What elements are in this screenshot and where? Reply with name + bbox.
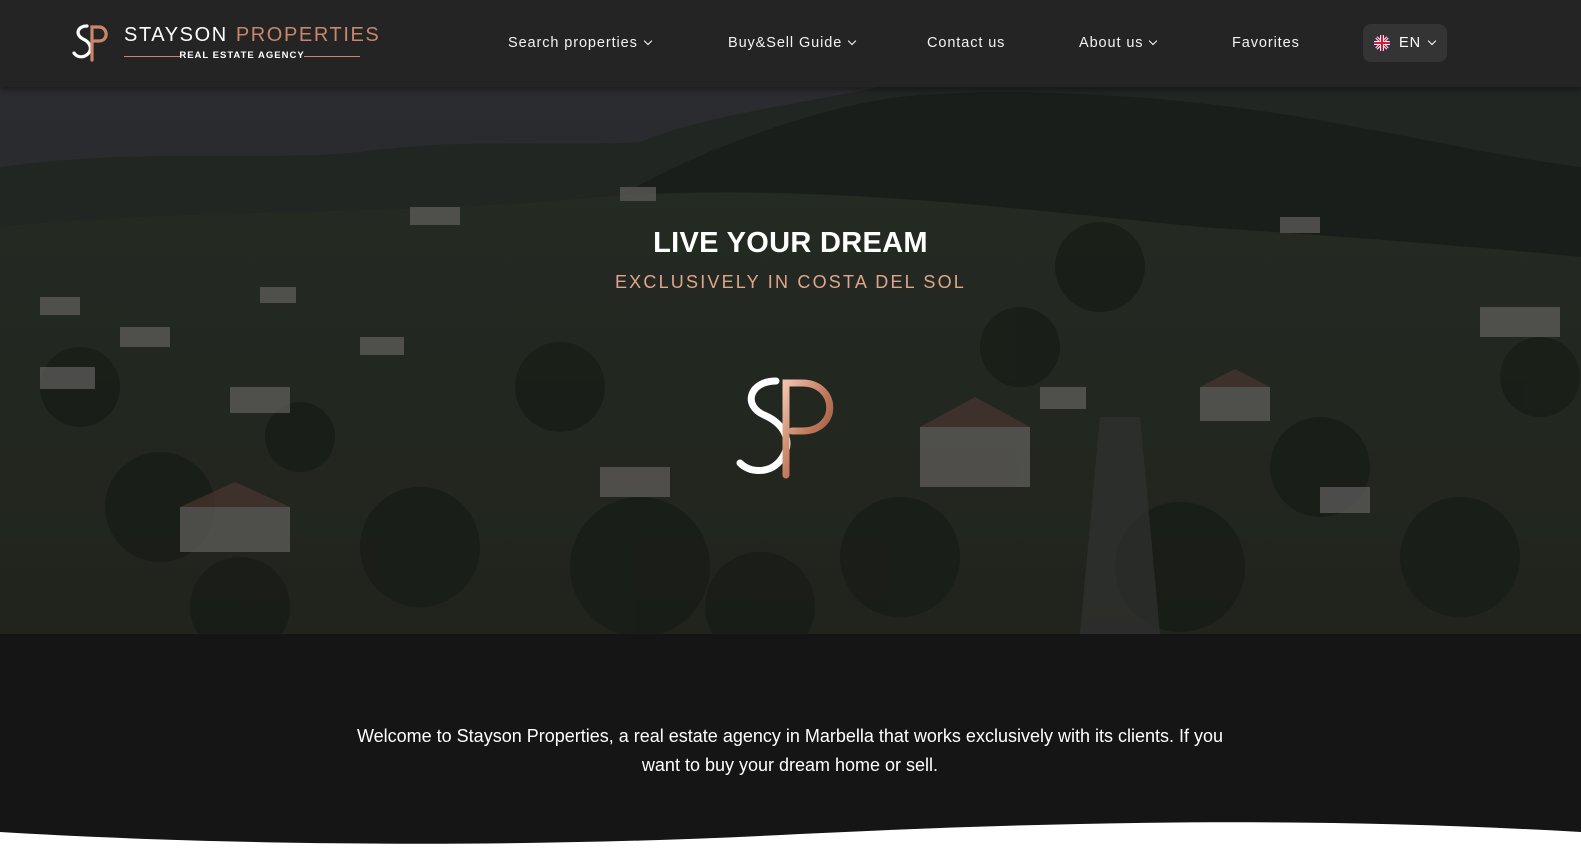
nav-about-us[interactable]: About us (1079, 32, 1158, 54)
tagline-divider-right (304, 56, 360, 57)
uk-flag-icon (1374, 35, 1390, 51)
brand-name: STAYSON PROPERTIES (124, 24, 381, 46)
brand-logo[interactable]: STAYSON PROPERTIES REAL ESTATE AGENCY (70, 22, 379, 66)
language-code: EN (1399, 35, 1422, 51)
site-header: STAYSON PROPERTIES REAL ESTATE AGENCY Sea… (0, 0, 1581, 87)
chevron-down-icon (847, 36, 857, 46)
hero-overlay (0, 87, 1581, 634)
nav-favorites[interactable]: Favorites (1232, 32, 1300, 54)
nav-contact-us-label: Contact us (927, 35, 1006, 51)
sp-monogram-icon (736, 377, 834, 479)
nav-search-properties[interactable]: Search properties (508, 32, 652, 54)
nav-buy-sell-guide-label: Buy&Sell Guide (728, 35, 843, 51)
chevron-down-icon (1427, 36, 1437, 46)
section-wave-divider (0, 822, 1581, 857)
nav-search-properties-label: Search properties (508, 35, 638, 51)
sp-monogram-icon (72, 24, 108, 62)
hero-title: LIVE YOUR DREAM (653, 227, 928, 259)
nav-buy-sell-guide[interactable]: Buy&Sell Guide (728, 32, 857, 54)
chevron-down-icon (643, 36, 652, 46)
nav-about-us-label: About us (1079, 35, 1144, 51)
nav-contact-us[interactable]: Contact us (927, 32, 1005, 54)
brand-tagline-row: REAL ESTATE AGENCY (124, 49, 360, 63)
hero-subtitle: EXCLUSIVELY IN COSTA DEL SOL (614, 272, 967, 292)
intro-text: Welcome to Stayson Properties, a real es… (356, 726, 1224, 775)
hero-section: LIVE YOUR DREAM EXCLUSIVELY IN COSTA DEL… (0, 87, 1581, 634)
chevron-down-icon (1149, 36, 1158, 46)
language-selector[interactable]: EN (1363, 24, 1447, 62)
nav-favorites-label: Favorites (1232, 35, 1300, 51)
